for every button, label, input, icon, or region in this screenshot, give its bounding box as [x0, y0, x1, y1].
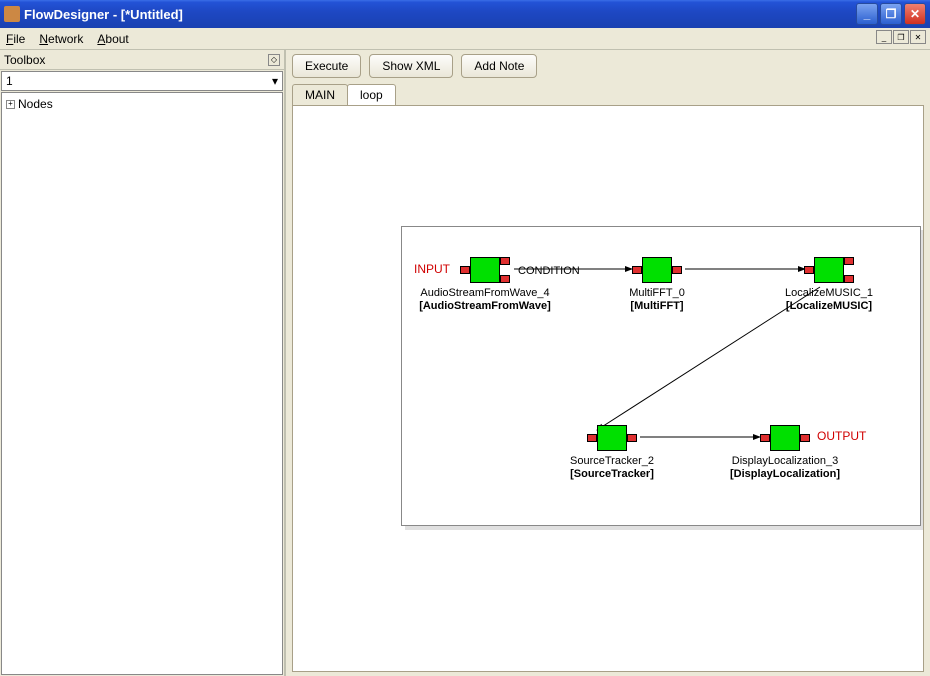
- menu-bar: File Network About _ ❐ ✕: [0, 28, 930, 50]
- port-out[interactable]: [800, 434, 810, 442]
- tab-loop[interactable]: loop: [347, 84, 396, 105]
- node-audiostream[interactable]: AudioStreamFromWave_4[AudioStreamFromWav…: [470, 257, 500, 283]
- port-out[interactable]: [844, 275, 854, 283]
- tree-root-nodes[interactable]: + Nodes: [6, 97, 278, 111]
- app-icon: [4, 6, 20, 22]
- execute-button[interactable]: Execute: [292, 54, 361, 78]
- show-xml-button[interactable]: Show XML: [369, 54, 453, 78]
- tab-bar: MAIN loop: [292, 84, 924, 105]
- menu-file[interactable]: File: [6, 32, 25, 46]
- input-label: INPUT: [414, 262, 450, 276]
- node-multifft[interactable]: MultiFFT_0[MultiFFT]: [642, 257, 672, 283]
- port-out[interactable]: [500, 257, 510, 265]
- toolbar: Execute Show XML Add Note: [292, 54, 924, 78]
- add-note-button[interactable]: Add Note: [461, 54, 537, 78]
- node-name: SourceTracker_2: [570, 455, 654, 467]
- mdi-restore-button[interactable]: ❐: [893, 30, 909, 44]
- tab-main[interactable]: MAIN: [292, 84, 348, 105]
- toolbox-title: Toolbox: [4, 53, 45, 67]
- port-in[interactable]: [587, 434, 597, 442]
- port-out[interactable]: [627, 434, 637, 442]
- port-in[interactable]: [632, 266, 642, 274]
- node-type: [MultiFFT]: [630, 300, 683, 312]
- tree-label: Nodes: [18, 97, 53, 111]
- combo-value: 1: [6, 74, 13, 88]
- mdi-minimize-button[interactable]: _: [876, 30, 892, 44]
- port-out[interactable]: [844, 257, 854, 265]
- port-out[interactable]: [500, 275, 510, 283]
- port-in[interactable]: [804, 266, 814, 274]
- mdi-close-button[interactable]: ✕: [910, 30, 926, 44]
- chevron-down-icon: ▾: [272, 74, 278, 88]
- node-name: MultiFFT_0: [629, 287, 685, 299]
- node-name: LocalizeMUSIC_1: [785, 287, 873, 299]
- node-type: [AudioStreamFromWave]: [419, 300, 551, 312]
- close-button[interactable]: ✕: [904, 3, 926, 25]
- expand-icon[interactable]: +: [6, 100, 15, 109]
- port-out[interactable]: [672, 266, 682, 274]
- sidebar: Toolbox ◇ 1 ▾ + Nodes: [0, 50, 286, 676]
- window-titlebar: FlowDesigner - [*Untitled] _ ❐ ✕: [0, 0, 930, 28]
- minimize-button[interactable]: _: [856, 3, 878, 25]
- node-type: [LocalizeMUSIC]: [786, 300, 872, 312]
- toolbox-combo[interactable]: 1 ▾: [1, 71, 283, 91]
- node-type: [SourceTracker]: [570, 468, 654, 480]
- node-sourcetracker[interactable]: SourceTracker_2[SourceTracker]: [597, 425, 627, 451]
- graph-panel: INPUT CONDITION OUTPUT AudioStreamFromWa…: [401, 226, 921, 526]
- node-name: AudioStreamFromWave_4: [420, 287, 549, 299]
- node-type: [DisplayLocalization]: [730, 468, 840, 480]
- node-tree: + Nodes: [1, 92, 283, 675]
- window-title: FlowDesigner - [*Untitled]: [24, 7, 856, 22]
- condition-label: CONDITION: [518, 265, 580, 277]
- undock-icon[interactable]: ◇: [268, 54, 280, 66]
- maximize-button[interactable]: ❐: [880, 3, 902, 25]
- menu-about[interactable]: About: [97, 32, 128, 46]
- menu-network[interactable]: Network: [39, 32, 83, 46]
- node-name: DisplayLocalization_3: [732, 455, 838, 467]
- port-in[interactable]: [460, 266, 470, 274]
- canvas[interactable]: INPUT CONDITION OUTPUT AudioStreamFromWa…: [292, 105, 924, 672]
- port-in[interactable]: [760, 434, 770, 442]
- node-displaylocalization[interactable]: DisplayLocalization_3[DisplayLocalizatio…: [770, 425, 800, 451]
- output-label: OUTPUT: [817, 429, 866, 443]
- node-localizemusic[interactable]: LocalizeMUSIC_1[LocalizeMUSIC]: [814, 257, 844, 283]
